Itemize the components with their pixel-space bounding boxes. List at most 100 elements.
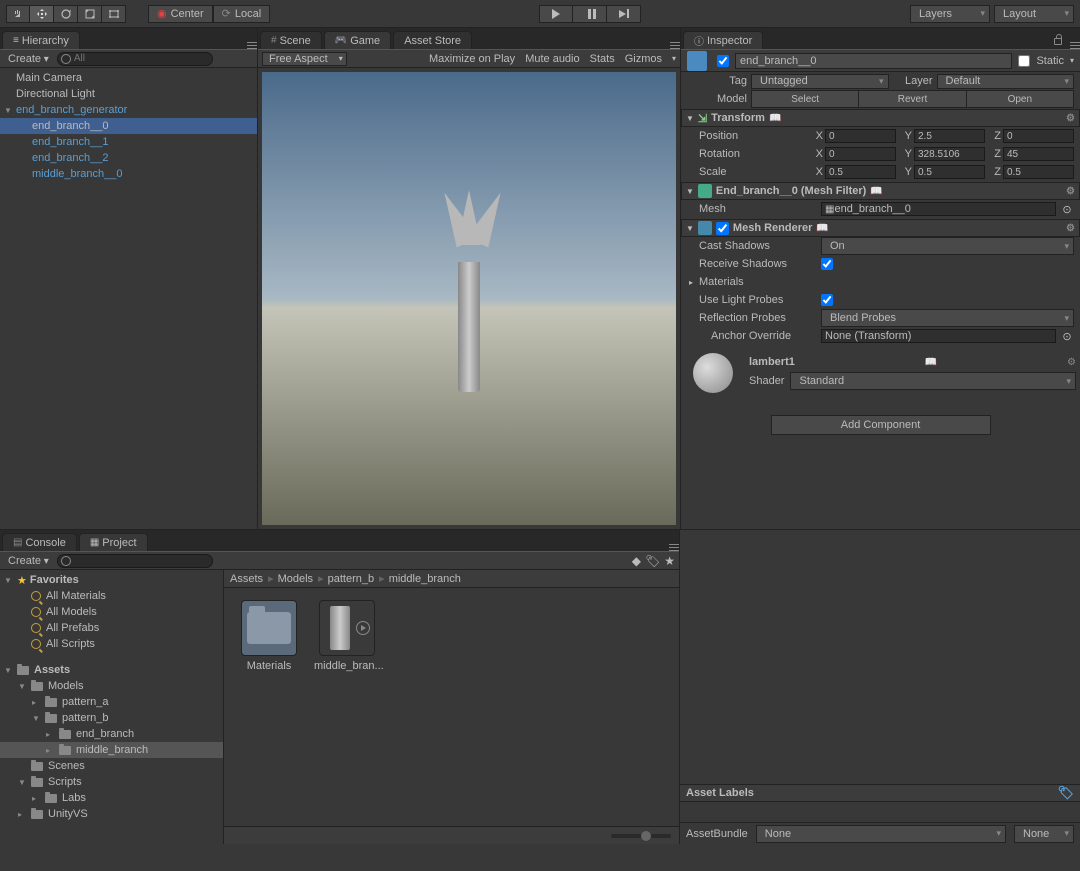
asset-item[interactable]: middle_bran... (314, 600, 380, 672)
asset-store-tab[interactable]: Asset Store (393, 31, 472, 49)
gear-icon[interactable]: ⚙ (1067, 357, 1076, 368)
position-y-input[interactable] (914, 129, 985, 143)
hierarchy-tab[interactable]: ≡ Hierarchy (2, 31, 80, 49)
project-tab[interactable]: ▦ Project (79, 533, 148, 551)
project-tree-item[interactable]: All Scripts (0, 636, 223, 652)
project-tree-item[interactable]: ▸UnityVS (0, 806, 223, 822)
filter-icon[interactable]: ★ (664, 554, 675, 568)
reflection-dropdown[interactable]: Blend Probes (821, 309, 1074, 327)
object-picker-icon[interactable]: ⊙ (1060, 330, 1074, 343)
stats-toggle[interactable]: Stats (590, 53, 615, 65)
rotation-z-input[interactable] (1003, 147, 1074, 161)
project-tree-item[interactable]: ▸pattern_a (0, 694, 223, 710)
filter-icon[interactable]: ◆ (632, 554, 641, 568)
thumbnail-size-slider[interactable] (611, 834, 671, 838)
asset-item[interactable]: Materials (236, 600, 302, 672)
play-button[interactable] (539, 5, 573, 23)
project-tree-item[interactable]: ▼Scripts (0, 774, 223, 790)
move-tool[interactable] (30, 5, 54, 23)
rotate-tool[interactable] (54, 5, 78, 23)
materials-foldout[interactable]: Materials (697, 276, 1074, 288)
gameobject-name-input[interactable] (735, 53, 1012, 69)
layer-dropdown[interactable]: Default (937, 74, 1075, 89)
model-revert-button[interactable]: Revert (859, 90, 966, 108)
pivot-local-toggle[interactable]: ⟳Local (213, 5, 271, 23)
lock-icon[interactable] (1054, 38, 1062, 45)
rotation-y-input[interactable] (914, 147, 985, 161)
gizmos-toggle[interactable]: Gizmos (625, 53, 662, 65)
tag-icon[interactable]: 🏷 (1057, 785, 1074, 801)
breadcrumb-item[interactable]: Assets (230, 572, 274, 585)
mesh-renderer-header[interactable]: ▼ Mesh Renderer 📖 ⚙ (681, 219, 1080, 237)
cast-shadows-dropdown[interactable]: On (821, 237, 1074, 255)
project-tree-item[interactable]: All Materials (0, 588, 223, 604)
game-tab[interactable]: 🎮 Game (324, 31, 391, 49)
inspector-tab[interactable]: ⓘ Inspector (683, 31, 763, 49)
console-tab[interactable]: ▤ Console (2, 533, 77, 551)
center-menu-icon[interactable] (670, 42, 680, 49)
project-tree-item[interactable]: ▼pattern_b (0, 710, 223, 726)
hierarchy-item[interactable]: end_branch__0 (0, 118, 257, 134)
hierarchy-menu-icon[interactable] (247, 42, 257, 49)
hierarchy-item[interactable]: middle_branch__0 (0, 166, 257, 182)
breadcrumb-item[interactable]: Models (278, 572, 324, 585)
scale-y-input[interactable] (914, 165, 985, 179)
help-icon[interactable]: 📖 (769, 113, 781, 124)
rotation-x-input[interactable] (825, 147, 896, 161)
layers-dropdown[interactable]: Layers (910, 5, 990, 23)
hand-tool[interactable] (6, 5, 30, 23)
asset-bundle-dropdown[interactable]: None (756, 825, 1006, 843)
project-tree-item[interactable]: ▸Labs (0, 790, 223, 806)
project-tree-item[interactable]: All Prefabs (0, 620, 223, 636)
pivot-center-toggle[interactable]: ◉Center (148, 5, 213, 23)
project-tree-item[interactable]: ▼★ Favorites (0, 572, 223, 588)
inspector-menu-icon[interactable] (1070, 42, 1080, 49)
hierarchy-item[interactable]: ▼end_branch_generator (0, 102, 257, 118)
project-create[interactable]: Create ▾ (4, 555, 53, 567)
gear-icon[interactable]: ⚙ (1066, 186, 1075, 197)
anchor-field[interactable]: None (Transform) (821, 329, 1056, 343)
hierarchy-item[interactable]: Directional Light (0, 86, 257, 102)
light-probes-checkbox[interactable] (821, 294, 833, 306)
project-tree-item[interactable]: ▼Assets (0, 662, 223, 678)
aspect-dropdown[interactable]: Free Aspect (262, 52, 347, 66)
rect-tool[interactable] (102, 5, 126, 23)
shader-dropdown[interactable]: Standard (790, 372, 1076, 390)
pause-button[interactable] (573, 5, 607, 23)
mesh-renderer-enabled[interactable] (716, 222, 729, 235)
mute-toggle[interactable]: Mute audio (525, 53, 579, 65)
filter-icon[interactable]: 🏷 (645, 554, 660, 568)
gameobject-active-checkbox[interactable] (717, 55, 729, 67)
maximize-toggle[interactable]: Maximize on Play (429, 53, 515, 65)
project-tree-item[interactable]: ▸middle_branch (0, 742, 223, 758)
layout-dropdown[interactable]: Layout (994, 5, 1074, 23)
scale-z-input[interactable] (1003, 165, 1074, 179)
hierarchy-item[interactable]: end_branch__2 (0, 150, 257, 166)
breadcrumb-item[interactable]: pattern_b (328, 572, 385, 585)
position-z-input[interactable] (1003, 129, 1074, 143)
model-select-button[interactable]: Select (751, 90, 859, 108)
static-checkbox[interactable] (1018, 55, 1030, 67)
transform-component-header[interactable]: ▼⇲ Transform 📖 ⚙ (681, 109, 1080, 127)
project-tree-item[interactable]: ▸end_branch (0, 726, 223, 742)
add-component-button[interactable]: Add Component (771, 415, 991, 435)
mesh-filter-header[interactable]: ▼ End_branch__0 (Mesh Filter) 📖 ⚙ (681, 182, 1080, 200)
help-icon[interactable]: 📖 (816, 223, 828, 234)
help-icon[interactable]: 📖 (870, 186, 882, 197)
project-search-input[interactable] (57, 554, 213, 568)
hierarchy-search-input[interactable] (57, 52, 213, 66)
hierarchy-create[interactable]: Create ▾ (4, 53, 53, 65)
receive-shadows-checkbox[interactable] (821, 258, 833, 270)
project-tree-item[interactable]: ▼Models (0, 678, 223, 694)
breadcrumb-item[interactable]: middle_branch (389, 573, 463, 585)
scale-x-input[interactable] (825, 165, 896, 179)
help-icon[interactable]: 📖 (925, 357, 937, 368)
model-open-button[interactable]: Open (967, 90, 1074, 108)
gear-icon[interactable]: ⚙ (1066, 223, 1075, 234)
project-tree-item[interactable]: Scenes (0, 758, 223, 774)
project-tree-item[interactable]: All Models (0, 604, 223, 620)
tag-dropdown[interactable]: Untagged (751, 74, 889, 89)
gear-icon[interactable]: ⚙ (1066, 113, 1075, 124)
scene-tab[interactable]: # Scene (260, 31, 322, 49)
scale-tool[interactable] (78, 5, 102, 23)
